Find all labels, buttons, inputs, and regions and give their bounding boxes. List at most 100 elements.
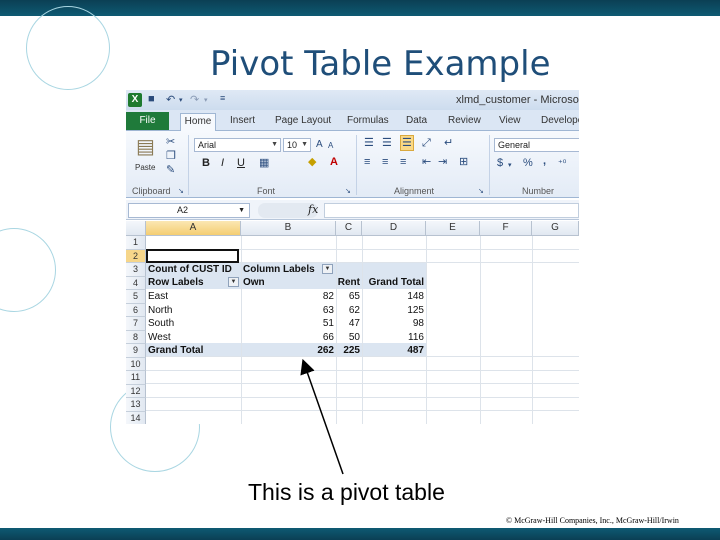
pivot-row-labels[interactable]: Row Labels [148, 276, 204, 289]
row-header-5[interactable]: 5 [126, 290, 146, 304]
increase-indent-icon[interactable]: ⇥ [438, 156, 447, 168]
copy-icon[interactable]: ❐ [166, 150, 176, 162]
italic-button[interactable]: I [221, 157, 224, 169]
row-header-3[interactable]: 3 [126, 263, 146, 277]
select-all-corner[interactable] [126, 221, 146, 236]
currency-button[interactable]: $ [497, 157, 503, 169]
pivot-cell-total[interactable]: 116 [362, 331, 424, 344]
align-left-icon[interactable]: ≡ [364, 156, 370, 168]
tab-file[interactable]: File [126, 112, 169, 130]
borders-icon[interactable]: ▦ [259, 157, 269, 169]
shrink-font-icon[interactable]: A [328, 140, 333, 152]
number-format-select[interactable]: General [494, 138, 579, 152]
paste-icon[interactable]: ▤ [136, 136, 155, 158]
tab-view[interactable]: View [499, 113, 521, 131]
merge-center-icon[interactable]: ⊞ [459, 156, 468, 168]
name-box[interactable]: A2 ▼ [128, 203, 250, 218]
pivot-header-grand-total[interactable]: Grand Total [362, 276, 424, 289]
redo-dropdown-icon[interactable]: ▾ [204, 96, 208, 104]
tab-review[interactable]: Review [448, 113, 481, 131]
tab-developer[interactable]: Develope [541, 113, 579, 131]
decrease-indent-icon[interactable]: ⇤ [422, 156, 431, 168]
font-launcher-icon[interactable]: ↘ [345, 186, 351, 198]
pivot-cell-rent[interactable]: 62 [336, 304, 360, 317]
pivot-grand-rent[interactable]: 225 [336, 344, 360, 357]
row-header-13[interactable]: 13 [126, 398, 146, 412]
undo-dropdown-icon[interactable]: ▾ [179, 96, 183, 104]
pivot-cell-rent[interactable]: 50 [336, 331, 360, 344]
middle-align-icon[interactable]: ☰ [382, 137, 392, 149]
row-header-9[interactable]: 9 [126, 344, 146, 358]
row-header-4[interactable]: 4 [126, 276, 146, 290]
row-header-6[interactable]: 6 [126, 303, 146, 317]
pivot-cell-own[interactable]: 82 [241, 290, 334, 303]
pivot-grand-total-label[interactable]: Grand Total [148, 344, 203, 357]
column-header-d[interactable]: D [362, 221, 426, 236]
font-name-select[interactable]: Arial ▼ [194, 138, 281, 152]
pivot-cell-total[interactable]: 148 [362, 290, 424, 303]
formula-input[interactable] [324, 203, 579, 218]
align-right-icon[interactable]: ≡ [400, 156, 406, 168]
tab-formulas[interactable]: Formulas [347, 113, 389, 131]
row-header-7[interactable]: 7 [126, 317, 146, 331]
tab-home[interactable]: Home [180, 113, 216, 131]
undo-icon[interactable]: ↶ [166, 93, 175, 106]
currency-dropdown-icon[interactable]: ▾ [508, 160, 512, 172]
pivot-cell-total[interactable]: 98 [362, 317, 424, 330]
bottom-align-icon[interactable]: ☰ [400, 135, 414, 151]
comma-style-button[interactable]: , [543, 155, 546, 167]
customize-toolbar-icon[interactable]: ≡ [220, 93, 225, 103]
column-header-g[interactable]: G [532, 221, 579, 236]
insert-function-icon[interactable]: fx [308, 203, 318, 216]
redo-icon[interactable]: ↷ [190, 93, 199, 106]
orientation-icon[interactable]: ⤢ [422, 137, 431, 149]
pivot-header-rent[interactable]: Rent [326, 276, 360, 289]
pivot-row-label[interactable]: East [148, 290, 168, 303]
fill-color-icon[interactable]: ◆ [308, 156, 316, 168]
pivot-cell-own[interactable]: 63 [241, 304, 334, 317]
clipboard-launcher-icon[interactable]: ↘ [178, 186, 184, 198]
underline-button[interactable]: U [237, 157, 245, 169]
save-icon[interactable]: ■ [148, 93, 155, 105]
pivot-grand-own[interactable]: 262 [241, 344, 334, 357]
font-color-icon[interactable]: A [330, 156, 338, 168]
row-header-11[interactable]: 11 [126, 371, 146, 385]
cut-icon[interactable]: ✂ [166, 136, 175, 148]
pivot-cell-rent[interactable]: 65 [336, 290, 360, 303]
row-header-12[interactable]: 12 [126, 384, 146, 398]
pivot-cell-own[interactable]: 66 [241, 331, 334, 344]
column-header-a[interactable]: A [146, 221, 241, 236]
pivot-row-label[interactable]: North [148, 304, 172, 317]
row-header-10[interactable]: 10 [126, 357, 146, 371]
row-header-1[interactable]: 1 [126, 236, 146, 250]
pivot-row-label[interactable]: West [148, 331, 171, 344]
column-header-f[interactable]: F [480, 221, 532, 236]
grow-font-icon[interactable]: A [316, 139, 323, 151]
column-labels-filter-icon[interactable]: ▼ [322, 264, 333, 274]
column-header-c[interactable]: C [336, 221, 362, 236]
format-painter-icon[interactable]: ✎ [166, 164, 175, 176]
top-align-icon[interactable]: ☰ [364, 137, 374, 149]
row-labels-filter-icon[interactable]: ▼ [228, 277, 239, 287]
tab-page-layout[interactable]: Page Layout [275, 113, 331, 131]
pivot-count-label[interactable]: Count of CUST ID [148, 263, 232, 276]
tab-data[interactable]: Data [406, 113, 427, 131]
alignment-launcher-icon[interactable]: ↘ [478, 186, 484, 198]
column-header-b[interactable]: B [241, 221, 336, 236]
pivot-grand-total[interactable]: 487 [362, 344, 424, 357]
row-header-14[interactable]: 14 [126, 411, 146, 424]
pivot-cell-own[interactable]: 51 [241, 317, 334, 330]
pivot-column-labels[interactable]: Column Labels [243, 263, 315, 276]
selected-cell-a2[interactable] [146, 249, 239, 263]
increase-decimal-icon[interactable]: ⁺⁰ [558, 157, 566, 169]
pivot-header-own[interactable]: Own [243, 276, 265, 289]
row-header-8[interactable]: 8 [126, 330, 146, 344]
excel-app-icon[interactable]: X [128, 93, 142, 107]
pivot-cell-total[interactable]: 125 [362, 304, 424, 317]
tab-insert[interactable]: Insert [230, 113, 255, 131]
wrap-text-icon[interactable]: ↵ [444, 137, 453, 149]
pivot-row-label[interactable]: South [148, 317, 174, 330]
percent-button[interactable]: % [523, 157, 533, 169]
column-header-e[interactable]: E [426, 221, 480, 236]
bold-button[interactable]: B [202, 157, 210, 169]
